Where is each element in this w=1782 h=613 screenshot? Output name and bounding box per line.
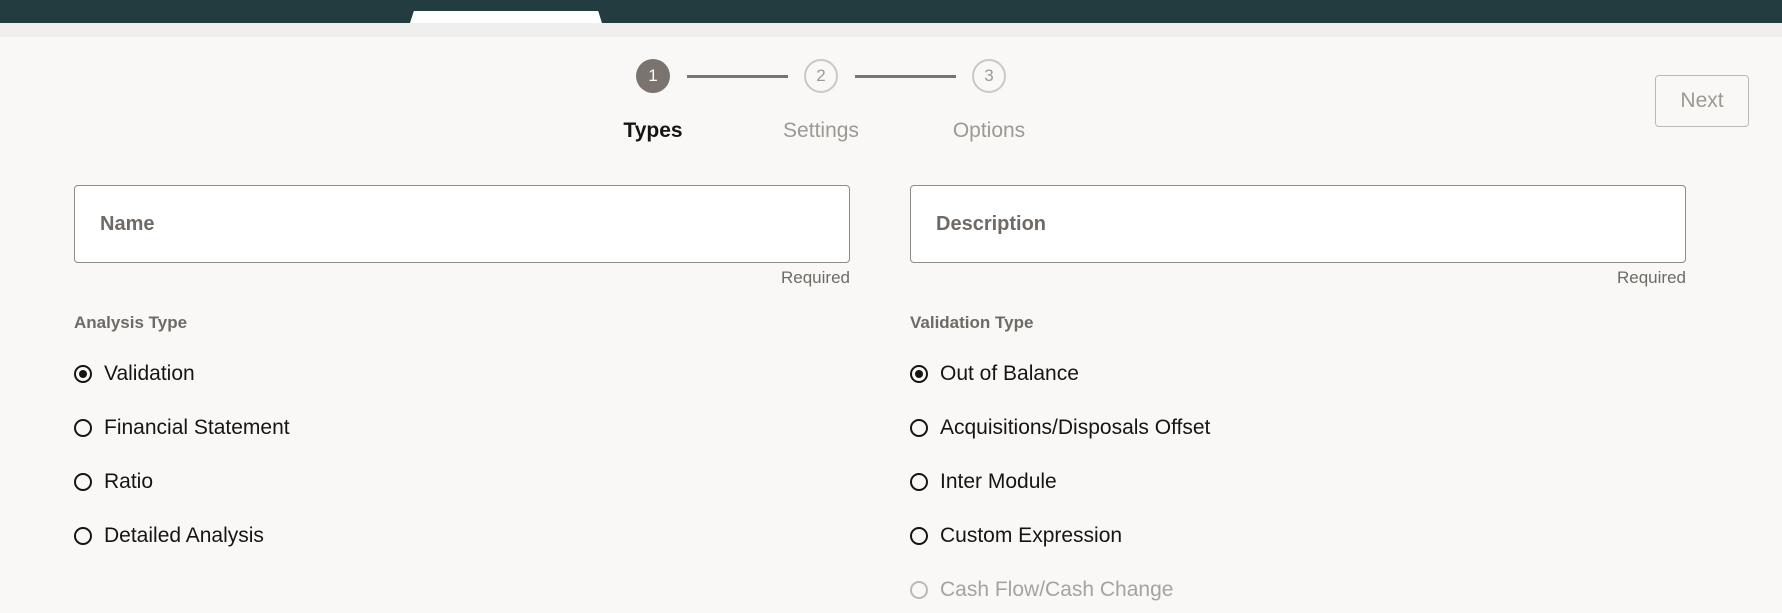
step-connector-1	[687, 75, 788, 78]
analysis-type-label: Analysis Type	[74, 313, 188, 332]
radio-label: Out of Balance	[940, 362, 1079, 385]
step-3-indicator[interactable]: 3	[972, 59, 1006, 93]
radio-label: Acquisitions/Disposals Offset	[940, 416, 1211, 439]
radio-unchecked-icon[interactable]	[74, 527, 92, 545]
analysis-type-option-detailed-analysis[interactable]: Detailed Analysis	[74, 521, 264, 551]
validation-type-label: Validation Type	[910, 313, 1034, 332]
description-input[interactable]: Description	[910, 185, 1686, 263]
analysis-type-option-ratio[interactable]: Ratio	[74, 467, 153, 497]
wizard-stepper: 1 2 3 Types Settings Options	[0, 59, 1782, 149]
radio-unchecked-icon[interactable]	[74, 473, 92, 491]
step-3-number: 3	[984, 66, 994, 85]
radio-label: Ratio	[104, 470, 154, 493]
description-required-hint: Required	[1617, 268, 1686, 287]
validation-type-option-cash-flow-cash-change: Cash Flow/Cash Change	[910, 575, 1173, 605]
radio-label: Detailed Analysis	[104, 524, 264, 547]
active-header-tab[interactable]	[410, 11, 602, 23]
description-placeholder: Description	[936, 213, 1047, 235]
step-1-indicator[interactable]: 1	[636, 59, 670, 93]
radio-unchecked-icon[interactable]	[910, 473, 928, 491]
validation-type-option-acquisitions-disposals-offset[interactable]: Acquisitions/Disposals Offset	[910, 413, 1210, 443]
radio-label: Inter Module	[940, 470, 1057, 493]
app-header	[0, 0, 1782, 23]
step-2-label[interactable]: Settings	[741, 119, 901, 143]
validation-type-option-custom-expression[interactable]: Custom Expression	[910, 521, 1122, 551]
step-connector-2	[855, 75, 956, 78]
step-2-indicator[interactable]: 2	[804, 59, 838, 93]
analysis-type-option-validation[interactable]: Validation	[74, 359, 195, 389]
step-2-number: 2	[816, 66, 826, 85]
header-subbar	[0, 23, 1782, 37]
name-input[interactable]: Name	[74, 185, 850, 263]
radio-disabled-icon	[910, 581, 928, 599]
name-required-hint: Required	[781, 268, 850, 287]
radio-unchecked-icon[interactable]	[910, 527, 928, 545]
radio-unchecked-icon[interactable]	[74, 419, 92, 437]
radio-checked-icon[interactable]	[910, 365, 928, 383]
radio-checked-icon[interactable]	[74, 365, 92, 383]
validation-type-option-out-of-balance[interactable]: Out of Balance	[910, 359, 1079, 389]
name-placeholder: Name	[100, 213, 155, 235]
radio-label: Validation	[104, 362, 195, 385]
radio-label: Financial Statement	[104, 416, 290, 439]
radio-label: Cash Flow/Cash Change	[940, 578, 1174, 601]
analysis-type-option-financial-statement[interactable]: Financial Statement	[74, 413, 290, 443]
validation-type-option-inter-module[interactable]: Inter Module	[910, 467, 1057, 497]
step-1-label[interactable]: Types	[573, 119, 733, 143]
radio-unchecked-icon[interactable]	[910, 419, 928, 437]
next-button[interactable]: Next	[1655, 75, 1749, 127]
step-3-label[interactable]: Options	[909, 119, 1069, 143]
step-1-number: 1	[648, 66, 658, 85]
radio-label: Custom Expression	[940, 524, 1123, 547]
